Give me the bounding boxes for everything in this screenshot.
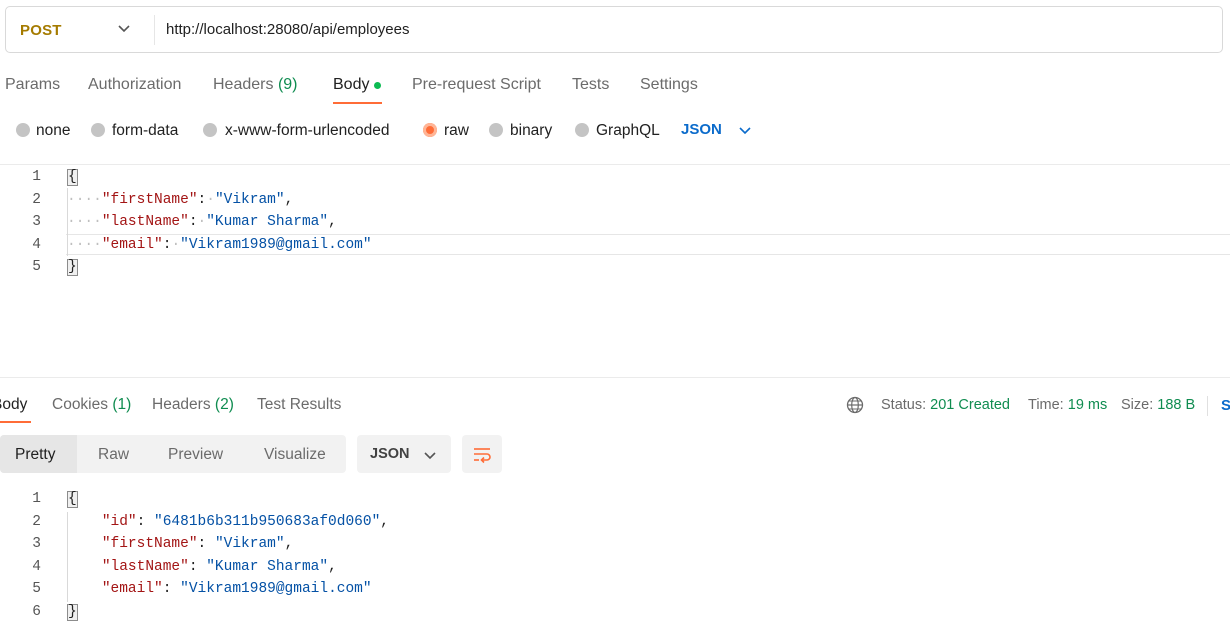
view-mode-preview[interactable]: Preview bbox=[168, 446, 223, 464]
json-value: "Vikram" bbox=[214, 192, 285, 208]
size-value: 188 B bbox=[1157, 397, 1196, 413]
status-info[interactable]: Status: 201 Created bbox=[881, 397, 1010, 413]
json-key: "email" bbox=[101, 237, 163, 253]
line-number: 3 bbox=[32, 214, 41, 230]
radio-none[interactable] bbox=[16, 123, 30, 137]
tab-label: Headers bbox=[213, 76, 274, 93]
radio-raw[interactable] bbox=[423, 123, 437, 137]
headers-count: (2) bbox=[214, 396, 234, 413]
chevron-down-icon[interactable] bbox=[738, 123, 752, 137]
tab-authorization[interactable]: Authorization bbox=[88, 76, 181, 94]
chevron-down-icon[interactable] bbox=[117, 21, 131, 35]
radio-label-graphql[interactable]: GraphQL bbox=[596, 122, 660, 140]
tab-body[interactable]: Body bbox=[333, 76, 369, 94]
time-value: 19 ms bbox=[1067, 397, 1108, 413]
response-tab-headers[interactable]: Headers (2) bbox=[152, 396, 234, 414]
code-line: "firstName": "Vikram", bbox=[101, 536, 294, 552]
code-line: "id": "6481b6b311b950683af0d060", bbox=[101, 514, 389, 530]
view-mode-pretty[interactable]: Pretty bbox=[15, 446, 55, 464]
radio-label-form-data[interactable]: form-data bbox=[112, 122, 178, 140]
line-number: 5 bbox=[32, 581, 41, 597]
tab-tests[interactable]: Tests bbox=[572, 76, 609, 94]
divider bbox=[0, 164, 1230, 165]
json-key: "lastName" bbox=[101, 559, 189, 575]
view-mode-visualize[interactable]: Visualize bbox=[264, 446, 326, 464]
radio-label-none[interactable]: none bbox=[36, 122, 70, 140]
response-tab-body[interactable]: Body bbox=[0, 396, 27, 414]
line-number: 6 bbox=[32, 604, 41, 620]
radio-urlencoded[interactable] bbox=[203, 123, 217, 137]
url-input[interactable]: http://localhost:28080/api/employees bbox=[166, 21, 410, 38]
code-line: "lastName": "Kumar Sharma", bbox=[101, 559, 337, 575]
save-response-button[interactable]: S bbox=[1221, 397, 1230, 414]
size-info[interactable]: Size: 188 B bbox=[1121, 397, 1195, 413]
tab-headers[interactable]: Headers (9) bbox=[213, 76, 298, 94]
code-line: "email": "Vikram1989@gmail.com" bbox=[101, 581, 372, 597]
tab-pre-request-script[interactable]: Pre-request Script bbox=[412, 76, 541, 94]
radio-label-raw[interactable]: raw bbox=[444, 122, 469, 140]
cookies-count: (1) bbox=[112, 396, 132, 413]
radio-label-urlencoded[interactable]: x-www-form-urlencoded bbox=[225, 122, 390, 140]
wrap-lines-icon[interactable] bbox=[472, 445, 492, 465]
tab-label: Headers bbox=[152, 396, 211, 413]
matched-bracket: } bbox=[67, 259, 78, 276]
code-line: ····"firstName":·"Vikram", bbox=[67, 192, 294, 208]
json-key: "firstName" bbox=[101, 192, 198, 208]
code-line: { bbox=[67, 169, 78, 186]
request-url-bar: POST http://localhost:28080/api/employee… bbox=[5, 6, 1223, 53]
time-info[interactable]: Time: 19 ms bbox=[1028, 397, 1107, 413]
response-tab-test-results[interactable]: Test Results bbox=[257, 396, 341, 414]
json-key: "lastName" bbox=[101, 214, 189, 230]
json-key: "id" bbox=[101, 514, 137, 530]
json-value: "Vikram1989@gmail.com" bbox=[180, 237, 372, 253]
divider bbox=[154, 15, 155, 45]
radio-form-data[interactable] bbox=[91, 123, 105, 137]
json-key: "firstName" bbox=[101, 536, 198, 552]
json-value: "6481b6b311b950683af0d060" bbox=[154, 514, 381, 530]
json-value: "Vikram1989@gmail.com" bbox=[180, 581, 372, 597]
json-value: "Kumar Sharma" bbox=[206, 559, 329, 575]
matched-bracket: } bbox=[67, 604, 78, 621]
pane-splitter[interactable] bbox=[0, 377, 1230, 378]
globe-icon[interactable] bbox=[846, 396, 864, 414]
line-number: 4 bbox=[32, 559, 41, 575]
matched-bracket: { bbox=[67, 169, 78, 186]
tab-params[interactable]: Params bbox=[5, 76, 60, 94]
code-line: ····"email":·"Vikram1989@gmail.com" bbox=[67, 237, 372, 253]
matched-bracket: { bbox=[67, 491, 78, 508]
radio-label-binary[interactable]: binary bbox=[510, 122, 552, 140]
line-number: 4 bbox=[32, 237, 41, 253]
active-tab-underline bbox=[333, 102, 382, 104]
response-tab-cookies[interactable]: Cookies (1) bbox=[52, 396, 131, 414]
line-number: 2 bbox=[32, 514, 41, 530]
code-line: ····"lastName":·"Kumar Sharma", bbox=[67, 214, 337, 230]
body-indicator-dot bbox=[374, 82, 381, 89]
tab-settings[interactable]: Settings bbox=[640, 76, 698, 94]
line-number: 1 bbox=[32, 491, 41, 507]
body-format-select[interactable]: JSON bbox=[681, 121, 722, 138]
line-number: 2 bbox=[32, 192, 41, 208]
code-line: { bbox=[67, 491, 78, 508]
headers-count: (9) bbox=[277, 76, 298, 93]
response-format-label[interactable]: JSON bbox=[370, 446, 410, 462]
status-value: 201 Created bbox=[930, 397, 1010, 413]
json-value: "Vikram" bbox=[214, 536, 285, 552]
line-number: 5 bbox=[32, 259, 41, 275]
json-key: "email" bbox=[101, 581, 163, 597]
radio-graphql[interactable] bbox=[575, 123, 589, 137]
active-tab-underline bbox=[0, 421, 31, 423]
chevron-down-icon[interactable] bbox=[423, 448, 437, 462]
tab-label: Cookies bbox=[52, 396, 108, 413]
code-line: } bbox=[67, 604, 78, 621]
line-number: 1 bbox=[32, 169, 41, 185]
view-mode-raw[interactable]: Raw bbox=[98, 446, 129, 464]
method-select[interactable]: POST bbox=[20, 22, 62, 39]
line-number: 3 bbox=[32, 536, 41, 552]
radio-binary[interactable] bbox=[489, 123, 503, 137]
json-value: "Kumar Sharma" bbox=[206, 214, 329, 230]
code-line: } bbox=[67, 259, 78, 276]
divider bbox=[1207, 396, 1208, 416]
